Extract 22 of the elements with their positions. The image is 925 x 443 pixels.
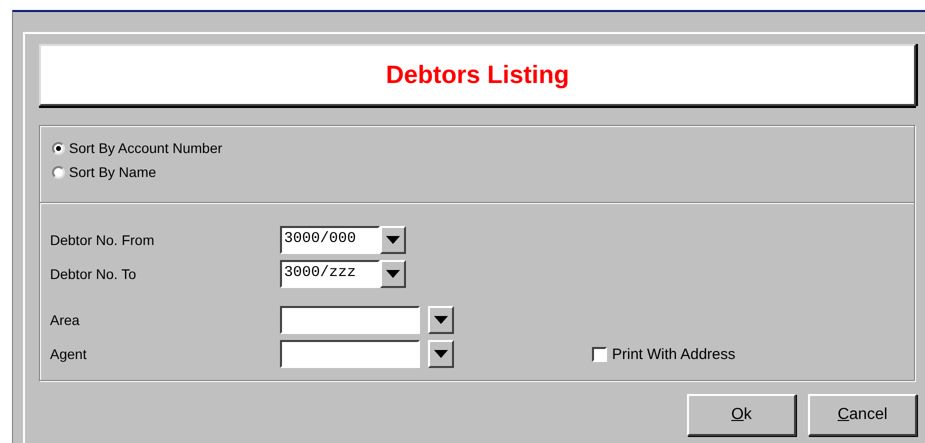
field-label: Area <box>50 312 81 328</box>
print-with-address-checkbox[interactable]: Print With Address <box>592 346 736 363</box>
dropdown-button[interactable] <box>380 260 406 288</box>
combo-field[interactable] <box>280 306 420 334</box>
field-label: Debtor No. To <box>50 266 138 282</box>
dropdown-button[interactable] <box>428 306 454 334</box>
combo-field[interactable]: 3000/000 <box>280 226 380 254</box>
combo-field[interactable] <box>280 340 420 368</box>
dialog-button[interactable]: Cancel <box>808 394 917 436</box>
field-label: Debtor No. From <box>50 232 156 248</box>
dropdown-button[interactable] <box>428 340 454 368</box>
dropdown-arrow-icon <box>434 316 448 324</box>
dropdown-arrow-icon <box>386 270 400 278</box>
dropdown-arrow-icon <box>434 350 448 358</box>
sort-radio[interactable]: Sort By Name <box>52 164 156 180</box>
dropdown-button[interactable] <box>380 226 406 254</box>
sort-radio[interactable]: Sort By Account Number <box>52 140 222 156</box>
combo-field[interactable]: 3000/zzz <box>280 260 380 288</box>
dialog-title: Debtors Listing <box>386 60 570 90</box>
dropdown-arrow-icon <box>386 236 400 244</box>
field-label: Agent <box>50 346 88 362</box>
dialog-button[interactable]: Ok <box>687 394 796 436</box>
